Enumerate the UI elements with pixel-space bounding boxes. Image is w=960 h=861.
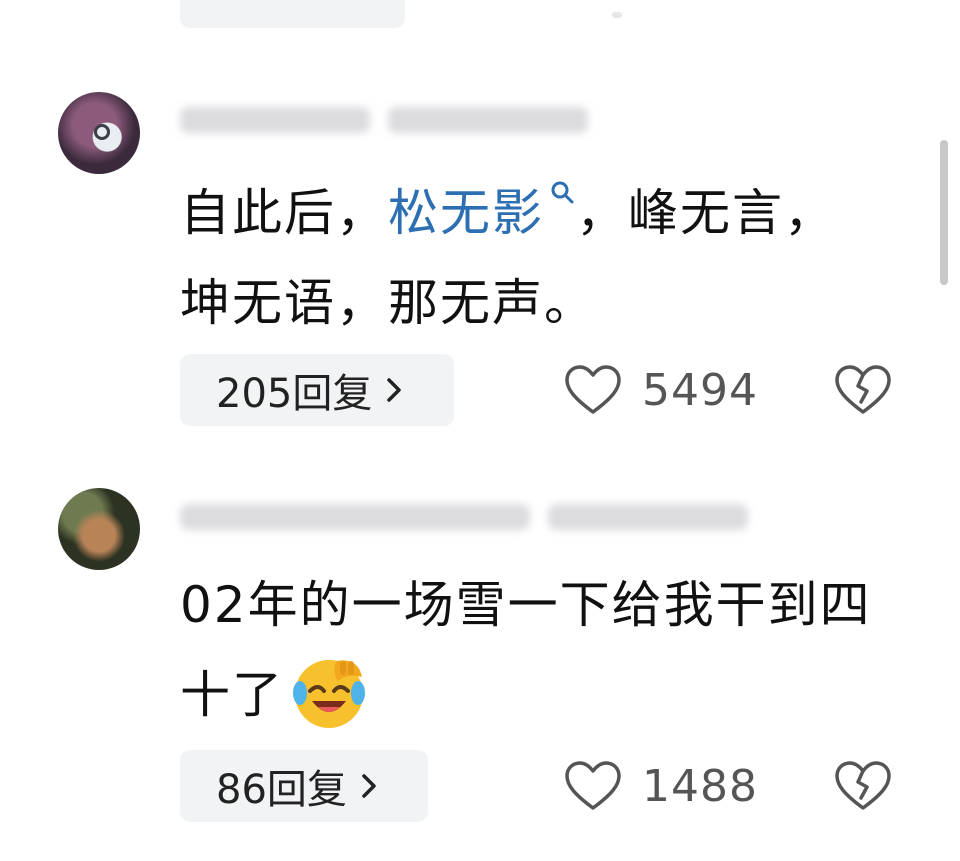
reply-button[interactable]: 86回复: [180, 750, 428, 822]
previous-like-fragment: [612, 12, 622, 18]
like-button[interactable]: 5494: [564, 354, 758, 426]
heart-icon: [565, 365, 621, 414]
time-location-blurred: [388, 107, 588, 133]
username-blurred[interactable]: [180, 504, 530, 530]
search-icon: [551, 181, 574, 204]
comment-content: 自此后，松无影 ，峰无言，坤无语，那无声。: [180, 168, 880, 348]
comment-meta: [180, 103, 588, 137]
time-location-blurred: [548, 504, 748, 530]
comment-text-pre: 自此后，: [180, 184, 388, 242]
like-count: 5494: [642, 364, 758, 416]
broken-heart-icon[interactable]: [834, 364, 892, 416]
search-link[interactable]: 松无影: [388, 181, 576, 242]
scrollbar[interactable]: [940, 140, 948, 285]
reply-label: 86回复: [216, 767, 347, 813]
like-count: 1488: [642, 760, 758, 812]
avatar-glyph: [94, 124, 110, 140]
search-link-label: 松无影: [388, 184, 544, 242]
heart-icon: [565, 761, 621, 810]
avatar[interactable]: [58, 488, 140, 570]
reply-button[interactable]: 205回复: [180, 354, 454, 426]
chevron-right-icon: [362, 774, 376, 798]
comment-meta: [180, 500, 748, 534]
previous-reply-button[interactable]: [180, 0, 405, 28]
comment-text: 02年的一场雪一下给我干到四十了: [180, 576, 872, 724]
laughing-crying-emoji: [293, 659, 365, 728]
reply-label: 205回复: [216, 371, 373, 417]
chevron-right-icon: [387, 378, 402, 402]
comment-content: 02年的一场雪一下给我干到四十了: [180, 560, 880, 740]
like-button[interactable]: 1488: [564, 750, 758, 822]
avatar[interactable]: [58, 92, 140, 174]
username-blurred[interactable]: [180, 107, 370, 133]
broken-heart-icon[interactable]: [834, 760, 892, 812]
